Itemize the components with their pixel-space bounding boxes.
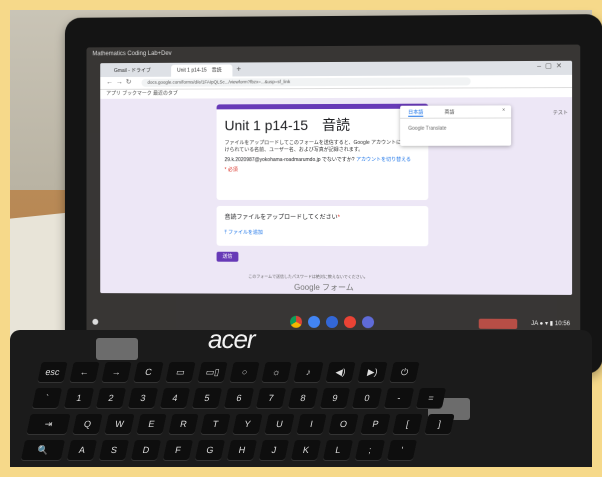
key[interactable]: F [162,440,194,460]
key[interactable]: C [133,362,164,382]
gmail-icon[interactable] [343,316,357,329]
key-row-4: 🔍 A S D F G H J K L ; ' [20,440,545,460]
new-tab-icon[interactable]: + [236,64,241,73]
key[interactable]: G [194,440,226,460]
key[interactable]: ▶) [357,362,388,382]
form-header-card: Unit 1 p14-15 音読 ファイルをアップロードしてこのフォームを送信す… [216,103,429,201]
key[interactable]: 2 [95,388,127,408]
address-bar[interactable]: docs.google.com/forms/d/e/1FAIpQLSc.../v… [141,77,471,87]
key-row-1: esc ← → C ▭ ▭▯ ○ ☼ ♪ ◀) ▶) ⏻ [37,362,561,382]
key[interactable]: S [98,440,130,460]
key[interactable]: E [136,414,167,434]
translate-tab-japanese[interactable]: 日本語 [408,108,424,117]
browser-window: Gmail - ドライブ Unit 1 p14-15 音読 + –▢✕ ←→↻ … [100,60,573,295]
key[interactable]: ; [354,440,386,460]
status-area[interactable]: JA ● ▾ ▮ 10:56 [531,320,570,327]
footer-note: このフォームで送信したパスワードは絶対に教えないでください。 [248,273,368,280]
required-note: * 必須 [224,167,238,174]
key[interactable]: O [328,414,359,434]
account-email: 29.k.2020987@yokohama-roadmarumdo.jp でない… [224,156,355,164]
key[interactable]: 4 [159,388,191,408]
key[interactable]: ⇥ [26,414,71,434]
key[interactable]: Y [232,414,263,434]
translate-tabs: 日本語 英語 × [400,105,512,119]
upload-question: 音読ファイルをアップロードしてください* [225,212,421,221]
key[interactable]: = [415,388,447,408]
docs-icon[interactable] [326,315,338,329]
key[interactable]: ☼ [261,362,292,382]
key[interactable]: I [296,414,327,434]
key[interactable]: [ [392,414,423,434]
key[interactable]: ] [424,414,455,434]
nav-arrows-icon[interactable]: ←→↻ [106,78,134,86]
key[interactable]: ♪ [293,362,324,382]
files-icon[interactable] [308,315,321,328]
key[interactable]: → [101,362,132,382]
key[interactable]: 9 [319,388,351,408]
key[interactable]: U [264,414,295,434]
key[interactable]: ▭▯ [197,362,228,382]
key[interactable]: 5 [191,388,223,408]
submit-button[interactable]: 送信 [216,251,239,262]
key[interactable]: ◀) [325,362,356,382]
key[interactable]: L [322,440,354,460]
notification-banner[interactable] [478,318,518,329]
laptop-display: Mathematics Coding Lab+Dev Gmail - ドライブ … [86,44,581,340]
key[interactable]: J [258,440,290,460]
key[interactable]: ▭ [165,362,196,382]
tab-gmail[interactable]: Gmail - ドライブ [108,64,170,78]
search-key-icon[interactable]: 🔍 [20,440,66,460]
form-description: ファイルをアップロードしてこのフォームを送信すると、Google アカウントに関… [224,139,417,153]
key[interactable]: 3 [127,388,159,408]
key[interactable]: D [130,440,162,460]
key[interactable]: Q [72,414,103,434]
key[interactable]: K [290,440,322,460]
add-file-button[interactable]: ⤒ ファイルを追加 [225,229,263,236]
form-account: 29.k.2020987@yokohama-roadmarumdo.jp でない… [225,156,421,163]
acer-logo: acer [208,324,256,354]
desktop-title: Mathematics Coding Lab+Dev [92,50,172,58]
key[interactable]: ` [31,388,63,408]
keyboard: esc ← → C ▭ ▭▯ ○ ☼ ♪ ◀) ▶) ⏻ ` 1 2 3 4 5… [18,362,561,472]
google-forms-brand: Google フォーム [294,282,354,293]
close-icon[interactable]: × [502,107,505,113]
required-mark: * [337,215,340,222]
upload-question-card: 音読ファイルをアップロードしてください* ⤒ ファイルを追加 [216,205,429,247]
translate-tab-english[interactable]: 英語 [444,109,454,116]
add-file-label: ファイルを追加 [228,229,263,236]
chrome-icon[interactable] [290,315,303,328]
key[interactable]: R [168,414,199,434]
key[interactable]: 7 [255,388,287,408]
key[interactable]: A [66,440,98,460]
key[interactable]: - [383,388,415,408]
launcher-icon[interactable] [92,318,99,325]
window-controls[interactable]: –▢✕ [537,62,566,70]
key-row-2: ` 1 2 3 4 5 6 7 8 9 0 - = [31,388,556,408]
key[interactable]: T [200,414,231,434]
key[interactable]: 8 [287,388,319,408]
key[interactable]: ← [69,362,100,382]
key[interactable]: P [360,414,391,434]
laptop-screen-bezel: Mathematics Coding Lab+Dev Gmail - ドライブ … [64,14,602,374]
key[interactable]: 1 [63,388,95,408]
translate-popup: 日本語 英語 × Google Translate [400,105,512,146]
upload-question-text: 音読ファイルをアップロードしてください [224,214,338,222]
key[interactable]: 0 [351,388,383,408]
key[interactable]: ' [386,440,418,460]
key-row-3: ⇥ Q W E R T Y U I O P [ ] [26,414,550,434]
form-title: Unit 1 p14-15 音読 [224,116,351,134]
key[interactable]: W [104,414,135,434]
side-text: テスト [552,110,569,117]
tab-form[interactable]: Unit 1 p14-15 音読 [171,64,233,77]
browser-toolbar: ←→↻ docs.google.com/forms/d/e/1FAIpQLSc.… [100,74,573,90]
app-icon[interactable] [362,316,375,329]
key[interactable]: 6 [223,388,255,408]
key[interactable]: ⏻ [389,362,420,382]
left-hinge [96,338,138,360]
key[interactable]: ○ [229,362,260,382]
key[interactable]: esc [37,362,68,382]
key[interactable]: H [226,440,258,460]
translate-caption: Google Translate [408,125,447,132]
switch-account-link[interactable]: アカウントを切り替える [356,157,411,163]
